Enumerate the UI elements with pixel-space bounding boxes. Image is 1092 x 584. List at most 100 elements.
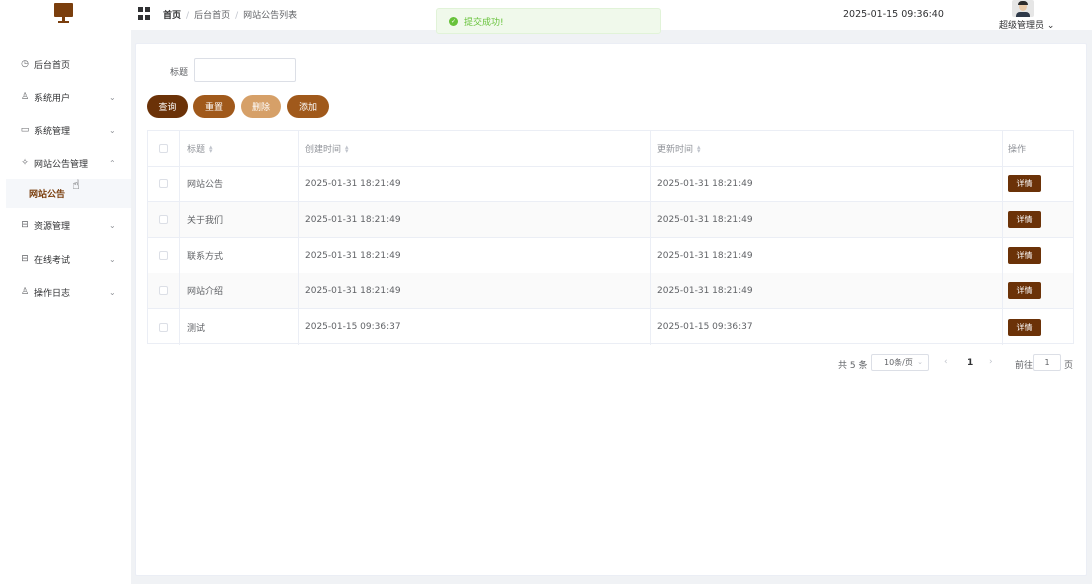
prev-page-icon[interactable]: ‹ bbox=[944, 357, 948, 367]
chevron-down-icon: ⌄ bbox=[109, 287, 116, 297]
cell-created: 2025-01-31 18:21:49 bbox=[299, 238, 651, 273]
success-toast: ✓ 提交成功! bbox=[436, 8, 661, 34]
sidebar-item-logs[interactable]: ♙ 操作日志 ⌄ bbox=[0, 282, 131, 302]
table-row: 测试 2025-01-15 09:36:37 2025-01-15 09:36:… bbox=[148, 309, 1073, 345]
table-row: 关于我们 2025-01-31 18:21:49 2025-01-31 18:2… bbox=[148, 202, 1073, 238]
breadcrumb-home[interactable]: 首页 bbox=[163, 11, 181, 21]
row-checkbox[interactable] bbox=[159, 179, 168, 188]
goto-unit: 页 bbox=[1064, 361, 1074, 371]
sidebar-item-notices[interactable]: ✧ 网站公告管理 ⌃ bbox=[0, 153, 131, 173]
add-button[interactable]: 添加 bbox=[287, 95, 329, 118]
sidebar-item-label: 在线考试 bbox=[34, 255, 71, 266]
detail-button[interactable]: 详情 bbox=[1008, 175, 1041, 192]
cell-created: 2025-01-31 18:21:49 bbox=[299, 202, 651, 237]
header-created[interactable]: 创建时间 ▴ ▾ bbox=[299, 131, 651, 166]
sidebar-item-label: 后台首页 bbox=[34, 60, 71, 71]
detail-button[interactable]: 详情 bbox=[1008, 211, 1041, 228]
user-icon: ♙ bbox=[20, 287, 30, 297]
sort-icon[interactable]: ▴ ▾ bbox=[697, 143, 701, 154]
reset-button[interactable]: 重置 bbox=[193, 95, 235, 118]
chevron-down-icon: ⌄ bbox=[109, 125, 116, 135]
search-title-label: 标题 bbox=[170, 68, 189, 78]
logo bbox=[54, 3, 73, 25]
table-row: 网站公告 2025-01-31 18:21:49 2025-01-31 18:2… bbox=[148, 166, 1073, 202]
cell-title: 关于我们 bbox=[180, 202, 299, 237]
pagination: 共 5 条 10条/页 ⌄ ‹ 1 › 前往 页 bbox=[838, 354, 1078, 372]
goto-page-input[interactable] bbox=[1033, 354, 1061, 371]
sidebar-item-label: 系统管理 bbox=[34, 126, 71, 137]
row-checkbox[interactable] bbox=[159, 286, 168, 295]
cell-created: 2025-01-31 18:21:49 bbox=[299, 166, 651, 201]
chevron-down-icon: ⌄ bbox=[109, 92, 116, 102]
sidebar-item-label: 操作日志 bbox=[34, 288, 71, 299]
cell-title: 网站介绍 bbox=[180, 273, 299, 308]
page-number-current[interactable]: 1 bbox=[967, 358, 973, 368]
breadcrumb-dashboard[interactable]: 后台首页 bbox=[194, 11, 230, 21]
header-created-label: 创建时间 bbox=[305, 145, 342, 155]
pagination-total: 共 5 条 bbox=[838, 361, 868, 371]
sidebar bbox=[0, 30, 131, 584]
folder-icon: ▭ bbox=[20, 125, 30, 135]
check-circle-icon: ✓ bbox=[449, 16, 458, 26]
query-button[interactable]: 查询 bbox=[147, 95, 188, 118]
header-updated[interactable]: 更新时间 ▴ ▾ bbox=[651, 131, 1003, 166]
toast-message: 提交成功! bbox=[464, 17, 504, 28]
table-row: 网站介绍 2025-01-31 18:21:49 2025-01-31 18:2… bbox=[148, 273, 1073, 309]
row-checkbox[interactable] bbox=[159, 215, 168, 224]
hand-cursor-icon: ☝ bbox=[72, 178, 80, 193]
page-size-value: 10条/页 bbox=[884, 358, 913, 367]
clock-icon: ◷ bbox=[21, 59, 29, 69]
chevron-up-icon: ⌃ bbox=[109, 158, 116, 168]
detail-button[interactable]: 详情 bbox=[1008, 247, 1041, 264]
delete-button[interactable]: 删除 bbox=[241, 95, 281, 118]
detail-button[interactable]: 详情 bbox=[1008, 282, 1041, 299]
sidebar-item-exam[interactable]: ⊟ 在线考试 ⌄ bbox=[0, 249, 131, 269]
sidebar-item-label: 系统用户 bbox=[34, 93, 71, 104]
current-datetime: 2025-01-15 09:36:40 bbox=[843, 9, 944, 20]
cell-title: 联系方式 bbox=[180, 238, 299, 273]
header-updated-label: 更新时间 bbox=[657, 145, 694, 155]
magic-icon: ✧ bbox=[21, 158, 29, 168]
sidebar-item-system[interactable]: ▭ 系统管理 ⌄ bbox=[0, 120, 131, 140]
menu-grid-icon[interactable] bbox=[138, 7, 151, 20]
header-action: 操作 bbox=[1003, 131, 1073, 166]
chevron-down-icon: ⌄ bbox=[109, 220, 116, 230]
chevron-down-icon: ⌄ bbox=[109, 254, 116, 264]
header-title[interactable]: 标题 ▴ ▾ bbox=[180, 131, 299, 166]
tray-icon: ⊟ bbox=[21, 220, 29, 230]
tray-icon: ⊟ bbox=[21, 254, 29, 264]
notice-table: 标题 ▴ ▾ 创建时间 ▴ ▾ 更新时间 ▴ ▾ 操作 网站公告 2025-01-31 18… bbox=[147, 130, 1074, 345]
user-icon: ♙ bbox=[20, 92, 30, 102]
sidebar-item-label: 网站公告管理 bbox=[34, 159, 89, 170]
sidebar-subitem-label: 网站公告 bbox=[29, 190, 66, 200]
table-header-row: 标题 ▴ ▾ 创建时间 ▴ ▾ 更新时间 ▴ ▾ 操作 bbox=[148, 131, 1073, 167]
sidebar-subitem-notice[interactable]: 网站公告 bbox=[6, 179, 131, 208]
cell-title: 网站公告 bbox=[180, 166, 299, 201]
row-checkbox[interactable] bbox=[159, 322, 168, 332]
sidebar-item-resources[interactable]: ⊟ 资源管理 ⌄ bbox=[0, 215, 131, 235]
header-title-label: 标题 bbox=[187, 145, 206, 155]
cell-updated: 2025-01-31 18:21:49 bbox=[651, 238, 1003, 273]
cell-updated: 2025-01-31 18:21:49 bbox=[651, 166, 1003, 201]
select-all-checkbox[interactable] bbox=[159, 144, 168, 153]
sidebar-item-users[interactable]: ♙ 系统用户 ⌄ bbox=[0, 87, 131, 107]
table-row: 联系方式 2025-01-31 18:21:49 2025-01-31 18:2… bbox=[148, 238, 1073, 274]
detail-button[interactable]: 详情 bbox=[1008, 318, 1041, 336]
chevron-down-icon: ⌄ bbox=[1046, 21, 1055, 31]
sidebar-item-dashboard[interactable]: ◷ 后台首页 bbox=[0, 54, 131, 74]
next-page-icon[interactable]: › bbox=[989, 357, 993, 367]
breadcrumb-current: 网站公告列表 bbox=[243, 11, 298, 21]
search-title-input[interactable] bbox=[194, 58, 296, 82]
row-checkbox[interactable] bbox=[159, 251, 168, 260]
sort-icon[interactable]: ▴ ▾ bbox=[345, 143, 349, 154]
cell-updated: 2025-01-31 18:21:49 bbox=[651, 202, 1003, 237]
page-size-select[interactable]: 10条/页 ⌄ bbox=[871, 354, 929, 371]
sidebar-item-label: 资源管理 bbox=[34, 221, 71, 232]
user-name: 超级管理员 bbox=[999, 21, 1045, 31]
cell-created: 2025-01-15 09:36:37 bbox=[299, 309, 651, 345]
user-menu[interactable]: 超级管理员 ⌄ bbox=[999, 18, 1054, 31]
sort-icon[interactable]: ▴ ▾ bbox=[209, 143, 213, 154]
chevron-down-icon: ⌄ bbox=[917, 358, 923, 366]
avatar[interactable] bbox=[1012, 0, 1034, 17]
cell-title: 测试 bbox=[180, 309, 299, 345]
